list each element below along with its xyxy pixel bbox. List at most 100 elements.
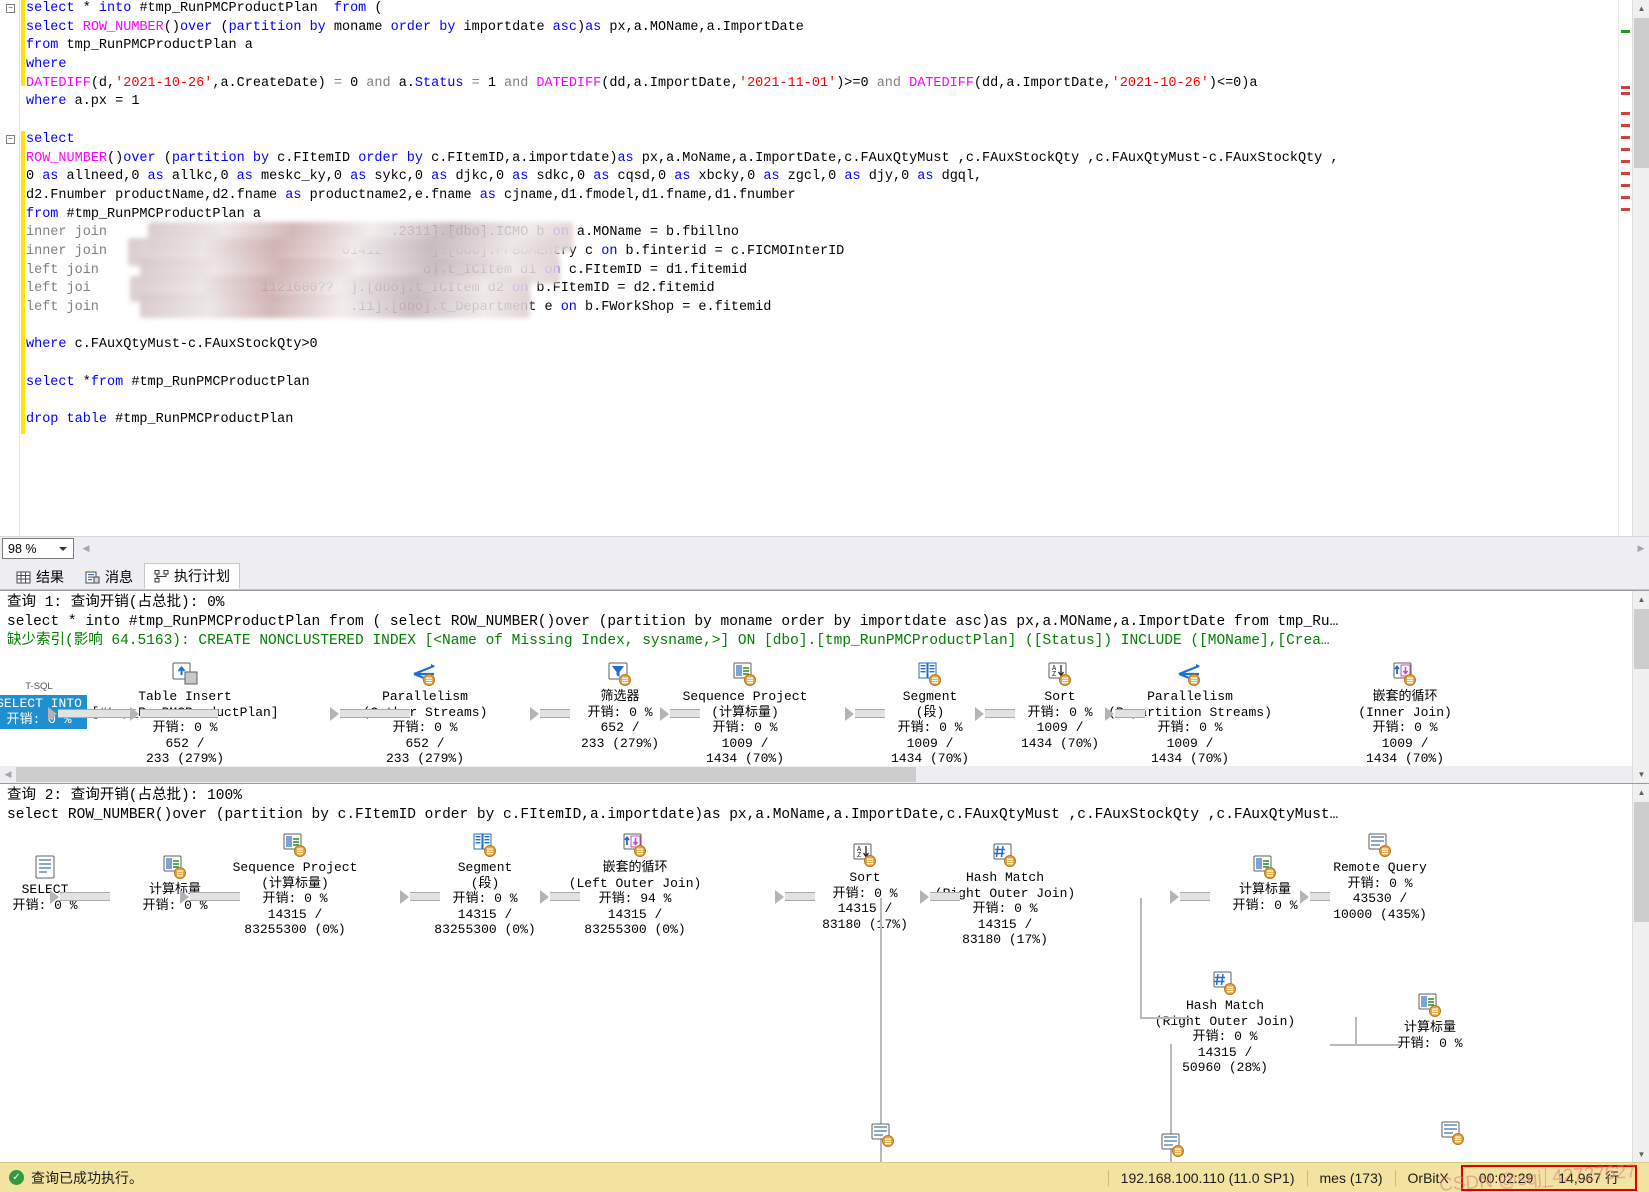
editor-change-bar-unsaved [21,0,25,86]
select-icon [32,854,58,880]
status-server: 192.168.100.110 (11.0 SP1) [1107,1169,1307,1186]
plan-node-rows-actual: 652 / [165,735,205,751]
q1-scroll-left-arrow[interactable]: ◀ [0,766,16,783]
indicator-mark-red-2 [1621,92,1630,95]
plan-node-rows-actual: 14315 / [607,906,663,922]
editor-vertical-scrollbar[interactable]: ▲ ▼ [1632,0,1649,568]
plan-node-hash-match[interactable]: Hash Match (Right Outer Join) 开销: 0 % 14315… [1130,970,1320,1076]
execution-plan-pane[interactable]: 查询 1: 查询开销(占总批): 0% select * into #tmp_R… [0,590,1649,1163]
editor-indicator-margin [1618,0,1632,568]
query-2-plan-canvas[interactable]: SELECT 开销: 0 % 计算标量 开销: 0 % Sequence Project… [0,832,1632,1163]
plan-node-compute-scalar[interactable]: 计算标量 开销: 0 % [1335,992,1525,1051]
indicator-mark-red-5 [1621,136,1630,139]
index-scan-icon[interactable] [870,1122,896,1148]
plan-node-cost: 开销: 0 % [1192,1029,1258,1045]
q1-scroll-down-arrow[interactable]: ▼ [1633,766,1649,783]
indicator-mark-red-8 [1621,172,1630,175]
sort-icon: AZ [1047,661,1073,687]
indicator-mark-red-9 [1621,184,1630,187]
plan-node-sequence-project[interactable]: Sequence Project (计算标量) 开销: 0 % 14315 /8325… [200,832,390,938]
plan-connector-q1-3 [540,709,570,718]
indicator-mark-red-10 [1621,196,1630,199]
plan-connector-q2-5 [930,892,960,901]
plan-node-name: Table Insert [138,689,232,704]
compute-scalar-icon [1252,854,1278,880]
plan-node-cost: 开销: 0 % [392,720,458,736]
query-1-horizontal-scrollbar[interactable]: ◀ [0,766,1632,783]
plan-connector-arrowhead-q1-4 [660,707,669,721]
code-fold-toggle[interactable]: − [6,4,15,13]
plan-node-remote-query[interactable]: Remote Query 开销: 0 % 43530 /10000 (435%) [1285,832,1475,922]
plan-node-rows-actual: 1009 / [1166,735,1214,751]
plan-connector-arrowhead-q2-6 [1170,890,1179,904]
status-bar: ✓ 查询已成功执行。 192.168.100.110 (11.0 SP1) me… [0,1162,1649,1192]
plan-node-rows-estimated: 83255300 (0%) [584,922,686,938]
editor-zoom-bar[interactable]: 98 % ◀ ▶ [0,536,1649,560]
zoom-level-combobox[interactable]: 98 % [2,538,74,559]
grid-icon [16,570,31,585]
plan-node-subtitle: (Inner Join) [1358,704,1452,720]
plan-node-nested-loops[interactable]: 嵌套的循环 (Left Outer Join) 开销: 94 % 14315 /832… [540,832,730,938]
table-scan-icon[interactable] [1160,1132,1186,1158]
plan-node-name: 计算标量 [1403,1020,1456,1035]
plan-connector-arrowhead-q1-2 [330,707,339,721]
q1-hscroll-thumb[interactable] [16,767,916,782]
code-line: from tmp_RunPMCProductPlan a [26,38,253,54]
plan-connector-arrowhead-q1-7 [1105,707,1114,721]
code-fold-toggle[interactable]: − [6,134,15,144]
code-line: drop table #tmp_RunPMCProductPlan [26,412,294,428]
code-line: 0 as allneed,0 as allkc,0 as meskc_ky,0 … [26,169,983,185]
plan-node-rows-estimated: 233 (279%) [145,751,224,767]
query-1-plan-canvas[interactable]: T-SQLSELECT INTO开销: 0 %Table Insert[#tmp… [0,661,1632,766]
tab-grid[interactable]: 结果 [6,565,74,589]
tab-execution-plan[interactable]: 执行计划 [144,563,240,589]
compute-scalar-icon [162,854,188,880]
plan-node-cost: 开销: 0 % [972,901,1038,917]
query-1-plan-section[interactable]: 查询 1: 查询开销(占总批): 0% select * into #tmp_R… [0,591,1649,783]
q1-scroll-up-arrow[interactable]: ▲ [1633,591,1649,608]
scroll-left-arrow[interactable]: ◀ [78,540,94,557]
sql-editor-pane[interactable]: select * into #tmp_RunPMCProductPlan fro… [0,0,1649,568]
indicator-mark-red-3 [1621,112,1630,115]
q1-scroll-thumb[interactable] [1634,609,1649,669]
query-1-vertical-scrollbar[interactable]: ▲ ▼ [1632,591,1649,783]
q2-scroll-down-arrow[interactable]: ▼ [1633,1146,1649,1163]
plan-connector-arrowhead-q2-4 [775,890,784,904]
query-2-plan-section[interactable]: 查询 2: 查询开销(占总批): 100% select ROW_NUMBER(… [0,783,1649,1163]
editor-horizontal-scrollbar[interactable]: ◀ ▶ [78,540,1649,557]
indicator-mark-red-1 [1621,86,1630,89]
plan-node-rows-actual: 14315 / [267,906,323,922]
code-line: where a.px = 1 [26,94,140,110]
plan-connector-left-branch-vertical [880,898,882,1128]
scroll-thumb[interactable] [1634,18,1649,168]
status-message-group: ✓ 查询已成功执行。 [0,1168,143,1188]
q2-scroll-thumb[interactable] [1634,802,1649,922]
scroll-up-arrow[interactable]: ▲ [1633,0,1649,17]
nested-loops-icon [622,832,648,858]
query-1-missing-index: 缺少索引(影响 64.5163): CREATE NONCLUSTERED IN… [7,633,1330,649]
results-tabstrip[interactable]: 结果 消息 执行计划 [0,560,1649,590]
plan-connector-q2-2 [410,892,440,901]
plan-connector-q1-7 [1115,709,1145,718]
clustered-index-scan-icon[interactable] [1440,1120,1466,1146]
redaction-blur-5 [140,294,530,318]
query-2-vertical-scrollbar[interactable]: ▲ ▼ [1632,784,1649,1163]
status-rowcount: 14,967 行 [1545,1167,1631,1188]
ssms-window: select * into #tmp_RunPMCProductPlan fro… [0,0,1649,1192]
tab-message[interactable]: 消息 [75,565,143,589]
plan-node-rows-estimated: 1434 (70%) [890,751,969,767]
plan-node-rows-actual: 1009 / [1381,735,1429,751]
query-1-heading: 查询 1: 查询开销(占总批): 0% [7,595,225,611]
scroll-right-arrow[interactable]: ▶ [1633,540,1649,557]
plan-node-nested-loops[interactable]: 嵌套的循环 (Inner Join) 开销: 0 % 1009 /1434 (70%) [1310,661,1500,767]
plan-connector-q1-6 [985,709,1015,718]
status-database: OrBitX [1394,1169,1461,1186]
q2-scroll-up-arrow[interactable]: ▲ [1633,784,1649,801]
editor-fold-column[interactable] [0,0,20,536]
sort-icon: AZ [852,842,878,868]
plan-node-name: Parallelism [382,689,468,704]
plan-node-rows-actual: 1009 / [721,735,769,751]
plan-connector-arrowhead-q1-6 [975,707,984,721]
